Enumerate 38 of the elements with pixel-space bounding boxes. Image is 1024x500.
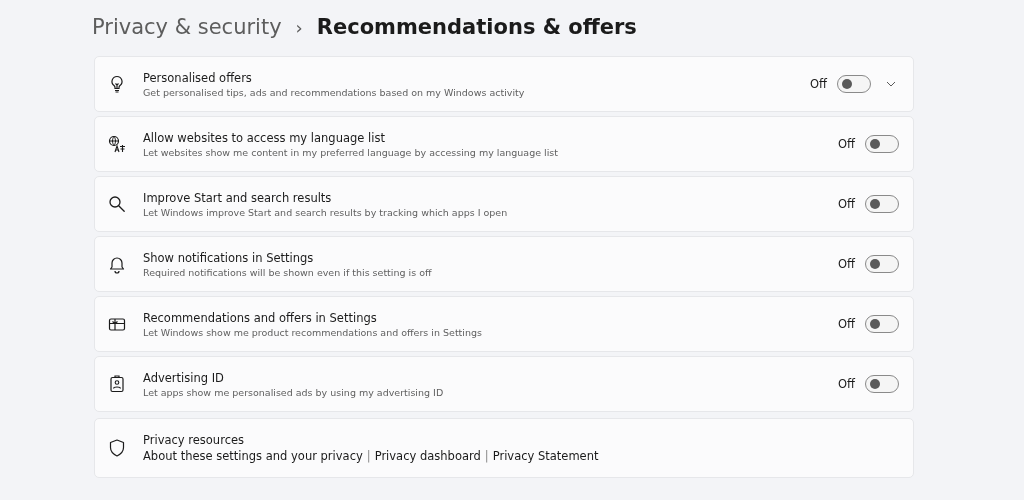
bell-icon xyxy=(107,254,127,274)
privacy-link[interactable]: Privacy Statement xyxy=(492,449,599,463)
setting-description: Let Windows improve Start and search results by tracking which apps I open xyxy=(143,206,509,218)
language-icon xyxy=(107,134,127,154)
link-separator: | xyxy=(366,449,371,463)
setting-title: Advertising ID xyxy=(143,370,225,385)
toggle-switch[interactable] xyxy=(865,315,899,333)
search-icon xyxy=(107,194,127,214)
setting-title: Improve Start and search results xyxy=(143,190,333,205)
toggle-switch[interactable] xyxy=(865,255,899,273)
breadcrumb-separator: › xyxy=(295,16,303,38)
toggle-state-label: Off xyxy=(810,77,827,91)
setting-description: Let Windows show me product recommendations and offers in Settings xyxy=(143,326,483,338)
toggle-state-label: Off xyxy=(838,377,855,391)
link-separator: | xyxy=(484,449,489,463)
toggle-switch[interactable] xyxy=(865,195,899,213)
setting-title: Allow websites to access my language list xyxy=(143,130,386,145)
toggle-switch[interactable] xyxy=(865,375,899,393)
setting-title: Recommendations and offers in Settings xyxy=(143,310,378,325)
setting-description: Let websites show me content in my preferred language by accessing my language list xyxy=(143,146,559,158)
section-title: Privacy resources xyxy=(143,433,246,447)
toggle-state-label: Off xyxy=(838,137,855,151)
toggle-switch[interactable] xyxy=(865,135,899,153)
privacy-link[interactable]: About these settings and your privacy xyxy=(143,449,363,463)
breadcrumb-parent[interactable]: Privacy & security xyxy=(92,15,282,39)
toggle-state-label: Off xyxy=(838,257,855,271)
setting-description: Let apps show me personalised ads by using my advertising ID xyxy=(143,386,445,398)
toggle-switch[interactable] xyxy=(837,75,871,93)
setting-title: Show notifications in Settings xyxy=(143,250,315,265)
badge-icon xyxy=(107,374,127,394)
page-title: Recommendations & offers xyxy=(316,15,637,39)
setting-description: Required notifications will be shown even if this setting is off xyxy=(143,266,433,278)
toggle-state-label: Off xyxy=(838,197,855,211)
shield-icon xyxy=(107,438,127,458)
setting-title: Personalised offers xyxy=(143,70,253,85)
toggle-state-label: Off xyxy=(838,317,855,331)
privacy-link[interactable]: Privacy dashboard xyxy=(374,449,481,463)
setting-description: Get personalised tips, ads and recommendations based on my Windows activity xyxy=(143,86,526,98)
